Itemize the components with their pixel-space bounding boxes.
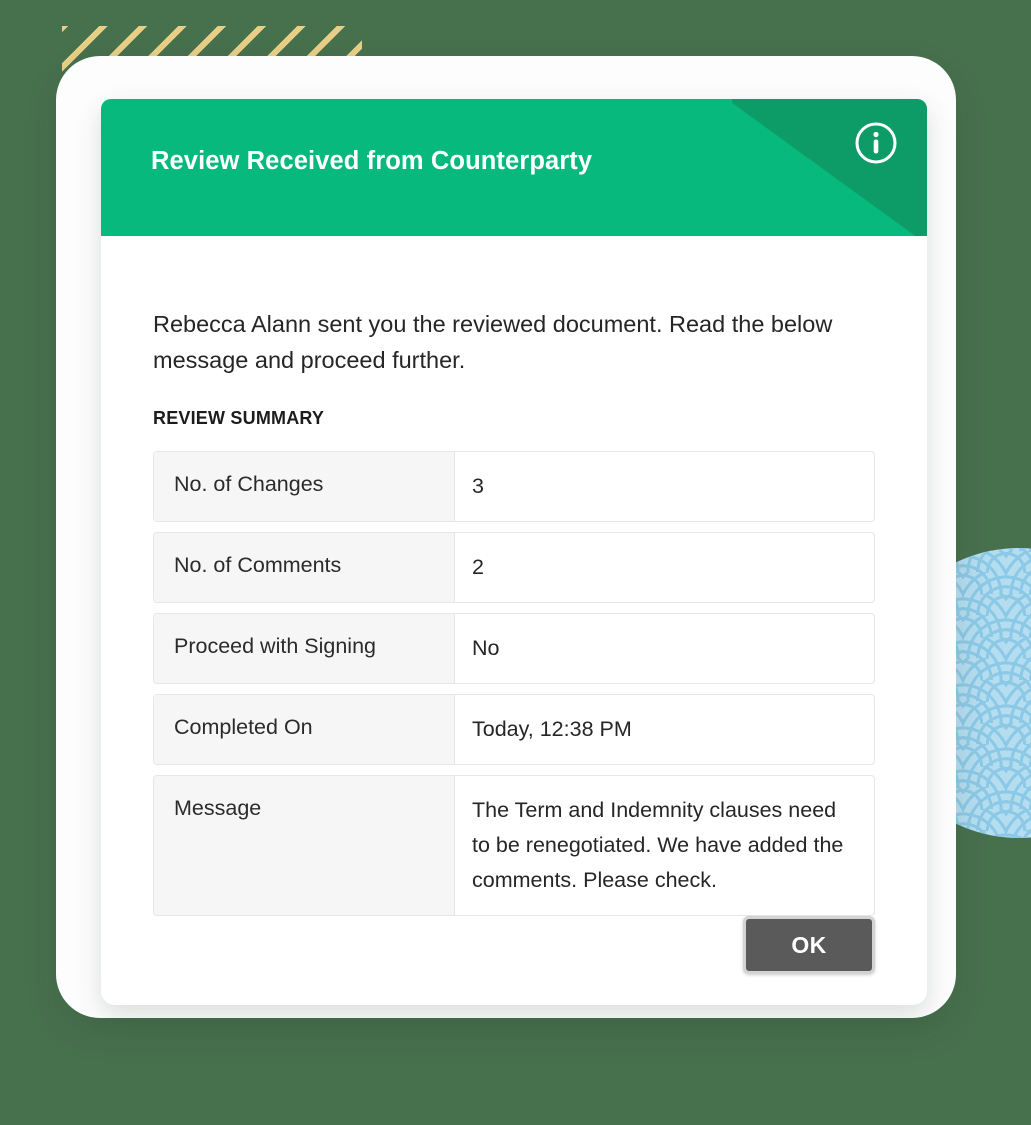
dialog-body: Rebecca Alann sent you the reviewed docu… <box>101 236 927 916</box>
dialog-header: Review Received from Counterparty <box>101 99 927 236</box>
table-row: Proceed with Signing No <box>153 613 875 684</box>
table-row: No. of Changes 3 <box>153 451 875 522</box>
row-value: The Term and Indemnity clauses need to b… <box>472 798 844 892</box>
row-value: 3 <box>472 474 484 498</box>
intro-text: Rebecca Alann sent you the reviewed docu… <box>153 311 833 373</box>
review-summary-heading: REVIEW SUMMARY <box>153 408 325 428</box>
row-value: No <box>472 636 500 660</box>
dialog-title: Review Received from Counterparty <box>151 147 593 175</box>
review-received-dialog: Review Received from Counterparty Rebecc… <box>101 99 927 1005</box>
table-row: No. of Comments 2 <box>153 532 875 603</box>
dialog-footer: OK <box>101 916 927 1005</box>
review-summary-table: No. of Changes 3 No. of Comments 2 Proce… <box>153 451 875 916</box>
row-label: Message <box>154 776 455 915</box>
row-label: No. of Comments <box>154 533 455 602</box>
row-label: No. of Changes <box>154 452 455 521</box>
table-row: Message The Term and Indemnity clauses n… <box>153 775 875 916</box>
row-label: Proceed with Signing <box>154 614 455 683</box>
row-value: Today, 12:38 PM <box>472 717 632 741</box>
row-value: 2 <box>472 555 484 579</box>
info-circle-icon[interactable] <box>853 120 899 166</box>
table-row: Completed On Today, 12:38 PM <box>153 694 875 765</box>
row-label: Completed On <box>154 695 455 764</box>
ok-button[interactable]: OK <box>743 916 875 974</box>
